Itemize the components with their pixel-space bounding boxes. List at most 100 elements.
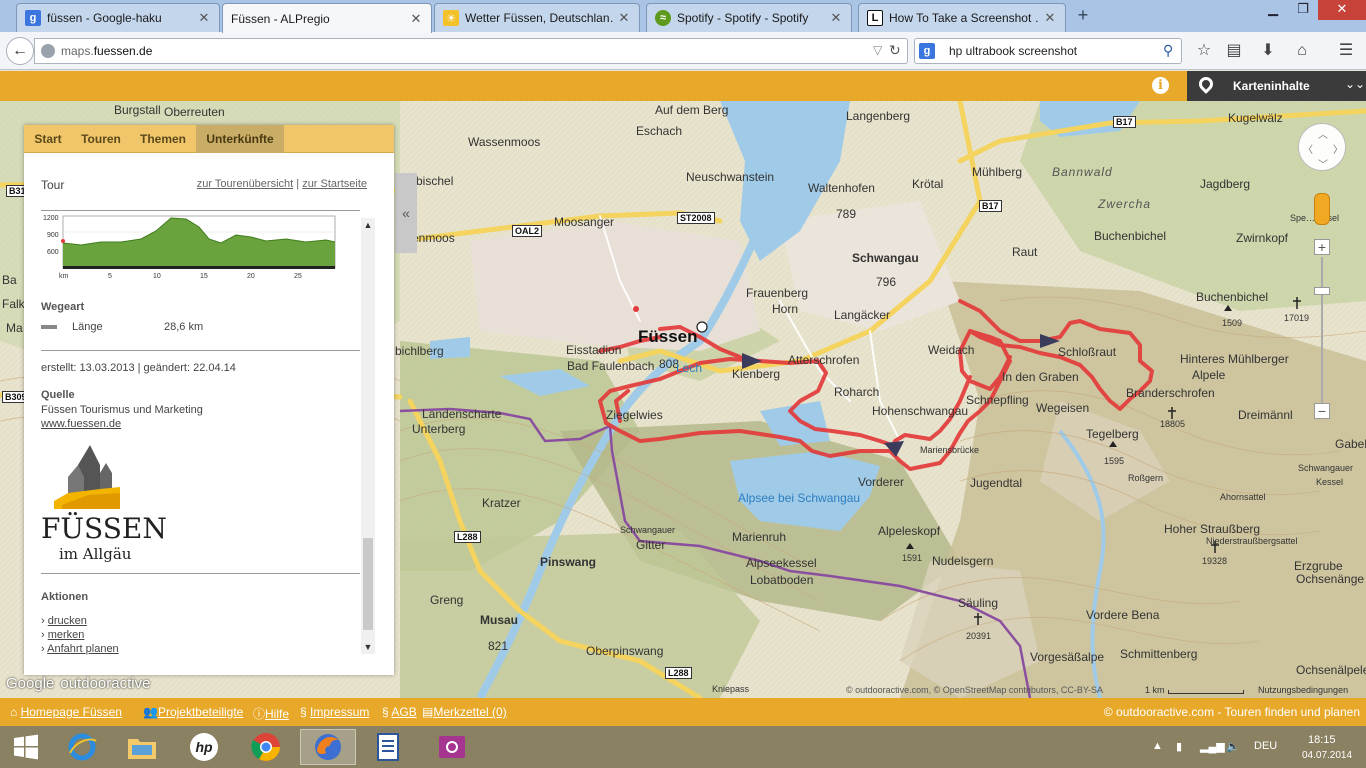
footer-link-projektbeteiligte[interactable]: 👥Projektbeteiligte	[143, 705, 243, 719]
scroll-down-icon[interactable]: ▼	[361, 640, 375, 654]
zoom-slider-thumb[interactable]	[1314, 287, 1330, 295]
word-icon[interactable]	[360, 729, 416, 765]
bookmarks-list-icon[interactable]: ▤	[1222, 39, 1246, 63]
outdooractive-logo: outdooractive	[60, 675, 151, 692]
firefox-icon[interactable]	[300, 729, 356, 765]
map-pin-icon	[1196, 74, 1216, 94]
chrome-icon[interactable]	[238, 729, 294, 765]
map-place-label: 17019	[1284, 313, 1310, 323]
minimize-icon[interactable]: ▁	[1258, 0, 1288, 20]
map-place-label: Hinteres Mühlberger	[1180, 352, 1289, 366]
onenote-icon[interactable]	[424, 729, 480, 765]
tab-title: Spotify - Spotify - Spotify	[677, 11, 809, 25]
close-icon[interactable]: ✕	[1043, 10, 1057, 26]
remember-link[interactable]: › merken	[41, 629, 84, 641]
tab-spotify[interactable]: ≈ Spotify - Spotify - Spotify ✕	[646, 3, 852, 32]
google-icon[interactable]: g	[919, 43, 935, 59]
internet-explorer-icon[interactable]	[54, 729, 110, 765]
url-bar[interactable]: maps.fuessen.de ▽ ↻	[34, 38, 908, 64]
info-icon[interactable]: i	[1152, 77, 1169, 94]
footer-link-impressum[interactable]: § Impressum	[300, 705, 369, 719]
ie-glyph	[68, 733, 97, 761]
close-icon[interactable]: ✕	[617, 10, 631, 26]
map-contents-button[interactable]: Karteninhalte ⌄⌄	[1187, 71, 1366, 101]
download-icon[interactable]: ⬇	[1256, 39, 1280, 63]
bookmark-star-icon[interactable]: ☆	[1192, 39, 1216, 63]
volume-icon[interactable]: 🔈	[1226, 740, 1240, 753]
panel-scrollbar[interactable]: ▲ ▼	[361, 218, 375, 654]
menu-icon[interactable]: ☰	[1334, 39, 1358, 63]
battery-icon[interactable]: ▮	[1176, 740, 1182, 753]
footer-link-label: Projektbeteiligte	[157, 705, 244, 719]
clock-time[interactable]: 18:15	[1308, 734, 1336, 746]
new-tab-button[interactable]: +	[1074, 6, 1092, 26]
zoom-in-button[interactable]: +	[1314, 239, 1330, 255]
map-place-label: Kugelwälz	[1228, 111, 1283, 125]
dropdown-arrow-icon[interactable]: ▽	[873, 43, 882, 57]
pan-left-icon[interactable]: 〈	[1303, 141, 1313, 156]
pan-up-icon[interactable]: ︿	[1318, 126, 1328, 141]
zoom-out-button[interactable]: −	[1314, 403, 1330, 419]
map-place-label: Greng	[430, 593, 464, 607]
footer-link-label: Merkzettel (0)	[433, 705, 507, 719]
scroll-thumb[interactable]	[363, 538, 373, 630]
footer-link-agb[interactable]: § AGB	[382, 705, 417, 719]
footer-link-homepage[interactable]: ⌂ Homepage Füssen	[10, 705, 122, 719]
clock-date[interactable]: 04.07.2014	[1302, 750, 1352, 761]
map-scale-label: 1 km	[1145, 685, 1165, 695]
tab-alpregio[interactable]: Füssen - ALPregio ✕	[222, 3, 432, 33]
tab-themen[interactable]: Themen	[130, 125, 196, 153]
notepad-icon: ▤	[422, 705, 434, 719]
tour-overview-link[interactable]: zur Tourenübersicht	[197, 178, 293, 190]
close-icon[interactable]: ✕	[829, 10, 843, 26]
print-link[interactable]: › drucken	[41, 615, 87, 627]
search-bar[interactable]: g hp ultrabook screenshot ⚲	[914, 38, 1182, 64]
search-input[interactable]: hp ultrabook screenshot	[949, 44, 1077, 58]
tab-start[interactable]: Start	[24, 125, 72, 153]
close-icon[interactable]: ✕	[409, 11, 423, 27]
footer-link-hilfe[interactable]: ⓘHilfe	[253, 705, 289, 722]
elevation-profile[interactable]: 1200 900 600 km 5 10 15 20 25	[41, 215, 341, 281]
hp-icon[interactable]: hp	[176, 729, 232, 765]
restore-icon[interactable]: ❐	[1288, 0, 1318, 20]
map-place-label: Moosanger	[554, 215, 615, 229]
pan-down-icon[interactable]: ﹀	[1318, 156, 1328, 171]
home-icon[interactable]: ⌂	[1290, 39, 1314, 63]
map-place-label: Schloßraut	[1058, 345, 1117, 359]
tab-unterkuenfte[interactable]: Unterkünfte	[196, 125, 284, 153]
footer-credit[interactable]: © outdooractive.com - Touren finden und …	[1104, 705, 1360, 719]
home-icon: ⌂	[10, 705, 18, 719]
back-button[interactable]: ←	[6, 37, 34, 65]
street-view-pegman-icon[interactable]	[1314, 193, 1330, 225]
search-icon[interactable]: ⚲	[1163, 42, 1173, 59]
close-icon[interactable]: ✕	[197, 10, 211, 26]
terms-of-use-link[interactable]: Nutzungsbedingungen	[1258, 685, 1348, 695]
map-place-label: Branderschrofen	[1126, 386, 1215, 400]
footer-link-label: Homepage Füssen	[20, 705, 122, 719]
map-place-label: 1591	[902, 553, 923, 563]
plan-route-link[interactable]: › Anfahrt planen	[41, 643, 119, 655]
start-button[interactable]	[2, 729, 50, 765]
url-text[interactable]: maps.fuessen.de	[61, 44, 152, 58]
reload-icon[interactable]: ↻	[889, 42, 901, 59]
language-indicator[interactable]: DEU	[1254, 740, 1277, 752]
map-copyright[interactable]: © outdooractive.com, © OpenStreetMap con…	[846, 685, 1103, 695]
file-explorer-icon[interactable]	[114, 729, 170, 765]
tab-screenshot-howto[interactable]: L How To Take a Screenshot … ✕	[858, 3, 1066, 32]
map-place-label: Hohenschwangau	[872, 404, 969, 418]
start-page-link[interactable]: zur Startseite	[302, 178, 367, 190]
collapse-panel-button[interactable]: «	[395, 173, 417, 253]
source-title: Quelle	[41, 389, 75, 401]
window-close-icon[interactable]: ✕	[1318, 0, 1366, 20]
footer-link-merkzettel[interactable]: ▤Merkzettel (0)	[422, 705, 507, 719]
zoom-slider-track[interactable]	[1321, 257, 1323, 407]
scroll-up-icon[interactable]: ▲	[361, 218, 375, 232]
signal-icon[interactable]: ▂▄▆	[1200, 740, 1225, 753]
source-link[interactable]: www.fuessen.de	[41, 418, 121, 430]
pan-right-icon[interactable]: 〉	[1333, 141, 1343, 156]
pan-control[interactable]: ︿ ﹀ 〈 〉	[1298, 123, 1346, 171]
tab-touren[interactable]: Touren	[72, 125, 130, 153]
tab-weather[interactable]: ☀ Wetter Füssen, Deutschlan… ✕	[434, 3, 640, 32]
tab-google-search[interactable]: g füssen - Google-haku ✕	[16, 3, 220, 32]
tray-expand-icon[interactable]: ▲	[1152, 740, 1163, 752]
